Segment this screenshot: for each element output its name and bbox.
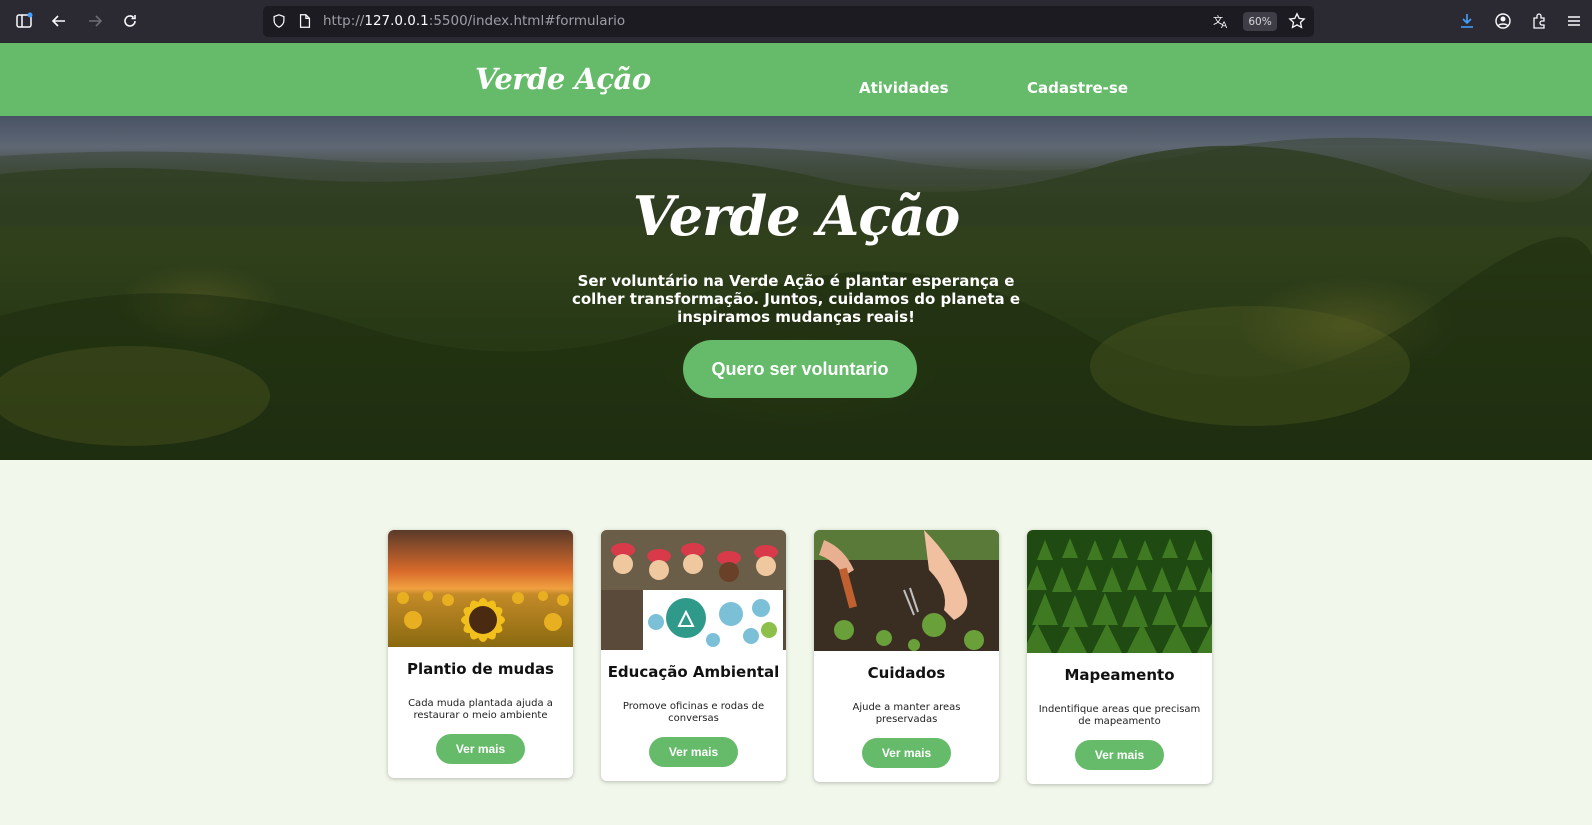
- reload-icon[interactable]: [119, 10, 141, 32]
- url-rest: :5500/index.html#formulario: [428, 13, 626, 29]
- card-description: Cada muda plantada ajuda a restaurar o m…: [408, 698, 553, 721]
- address-bar[interactable]: http://127.0.0.1:5500/index.html#formula…: [263, 6, 1314, 37]
- hero-text: Ser voluntário na Verde Ação é plantar e…: [571, 272, 1021, 326]
- zoom-level[interactable]: 60%: [1243, 12, 1277, 31]
- card-title: Cuidados: [867, 664, 946, 682]
- card-title: Plantio de mudas: [406, 660, 554, 678]
- url-prefix: http://: [323, 13, 365, 29]
- site-header: Verde Ação Atividades Cadastre-se: [0, 43, 1592, 116]
- pine-forest-image: [1027, 530, 1212, 653]
- translate-icon[interactable]: 文A: [1212, 12, 1230, 34]
- back-icon[interactable]: [48, 10, 70, 32]
- card-ver-mais-button[interactable]: Ver mais: [862, 738, 951, 768]
- svg-text:A: A: [1221, 21, 1228, 30]
- card-title: Mapeamento: [1064, 666, 1175, 684]
- volunteer-button[interactable]: Quero ser voluntario: [683, 340, 917, 398]
- card-description: Indentifique areas que precisam de mapea…: [1038, 704, 1201, 727]
- sunflower-image: [388, 530, 573, 647]
- children-recycling-image: [601, 530, 786, 650]
- activity-card-cuidados: Cuidados Ajude a manter areas preservada…: [814, 530, 999, 782]
- hero-title: Verde Ação: [632, 184, 960, 248]
- bookmark-star-icon[interactable]: [1288, 12, 1306, 34]
- logo[interactable]: Verde Ação: [475, 62, 651, 96]
- activity-card-plantio: Plantio de mudas Cada muda plantada ajud…: [388, 530, 573, 778]
- nav-link-cadastre-se[interactable]: Cadastre-se: [1027, 79, 1128, 97]
- hero-section: Verde Ação Ser voluntário na Verde Ação …: [0, 116, 1592, 460]
- url-text[interactable]: http://127.0.0.1:5500/index.html#formula…: [323, 13, 625, 29]
- downloads-icon[interactable]: [1456, 10, 1478, 32]
- nav-link-atividades[interactable]: Atividades: [859, 79, 949, 97]
- activity-card-mapeamento: Mapeamento Indentifique areas que precis…: [1027, 530, 1212, 784]
- shield-icon[interactable]: [271, 13, 287, 33]
- menu-icon[interactable]: [1563, 10, 1585, 32]
- card-description: Ajude a manter areas preservadas: [852, 702, 961, 725]
- forward-icon[interactable]: [84, 10, 106, 32]
- account-icon[interactable]: [1492, 10, 1514, 32]
- extensions-icon[interactable]: [1528, 10, 1550, 32]
- page-icon: [297, 13, 313, 33]
- card-ver-mais-button[interactable]: Ver mais: [1075, 740, 1164, 770]
- url-host: 127.0.0.1: [364, 13, 429, 29]
- card-ver-mais-button[interactable]: Ver mais: [649, 737, 738, 767]
- browser-toolbar: http://127.0.0.1:5500/index.html#formula…: [0, 0, 1592, 43]
- card-title: Educação Ambiental: [607, 663, 780, 681]
- card-ver-mais-button[interactable]: Ver mais: [436, 734, 525, 764]
- activity-card-educacao: Educação Ambiental Promove oficinas e ro…: [601, 530, 786, 781]
- gardening-hands-image: [814, 530, 999, 651]
- sidebar-toggle-icon[interactable]: [13, 10, 35, 32]
- card-description: Promove oficinas e rodas de conversas: [622, 701, 765, 724]
